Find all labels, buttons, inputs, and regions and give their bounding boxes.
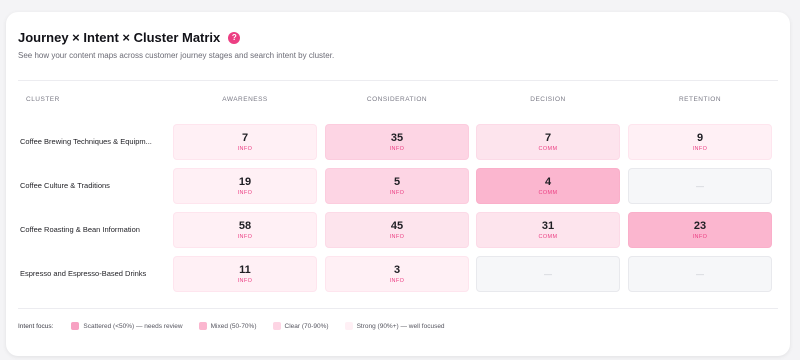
matrix-cell-awareness[interactable]: 7 INFO (173, 124, 317, 160)
intent-legend: Intent focus: Scattered (<50%) — needs r… (18, 322, 461, 330)
matrix-cell-awareness[interactable]: 11 INFO (173, 256, 317, 292)
row-label-cluster: Coffee Brewing Techniques & Equipm... (20, 137, 152, 146)
legend-swatch (71, 322, 80, 330)
matrix-cell-retention[interactable]: 23 INFO (628, 212, 772, 248)
intent-tag: COMM (538, 190, 558, 196)
cell-count: 7 (544, 132, 552, 144)
intent-tag: INFO (389, 278, 405, 284)
legend-swatch (344, 322, 353, 330)
cell-count: 3 (393, 264, 401, 276)
column-header-awareness: AWARENESS (222, 96, 268, 103)
cell-count: 9 (696, 132, 704, 144)
matrix-cell-consideration[interactable]: 35 INFO (325, 124, 469, 160)
title-row: Journey × Intent × Cluster Matrix ? (18, 30, 241, 45)
matrix-cell-consideration[interactable]: 45 INFO (325, 212, 469, 248)
cell-count: 11 (239, 264, 251, 276)
cell-count: 45 (390, 220, 404, 232)
column-header-decision: DECISION (530, 96, 566, 103)
matrix-cell-decision[interactable]: 31 COMM (476, 212, 620, 248)
legend-text: Clear (70-90%) (284, 322, 329, 330)
matrix-cell-retention[interactable]: — (628, 256, 772, 292)
row-label-cluster: Espresso and Espresso-Based Drinks (20, 269, 147, 278)
empty-dash: — (544, 269, 552, 279)
legend-item-strong: Strong (90%+) — well focused (344, 322, 445, 330)
legend-text: Mixed (50-70%) (210, 322, 257, 330)
intent-tag: INFO (692, 146, 708, 152)
cell-count: 4 (544, 176, 552, 188)
cell-count: 19 (238, 176, 252, 188)
empty-dash: — (696, 269, 704, 279)
matrix-cell-decision[interactable]: 4 COMM (476, 168, 620, 204)
legend-text: Scattered (<50%) — needs review (83, 322, 183, 330)
matrix-cell-retention[interactable]: 9 INFO (628, 124, 772, 160)
intent-tag: INFO (237, 146, 253, 152)
intent-tag: INFO (389, 146, 405, 152)
legend-swatch (272, 322, 281, 330)
cell-count: 58 (238, 220, 252, 232)
cell-count: 7 (241, 132, 249, 144)
intent-tag: INFO (389, 190, 405, 196)
page-title: Journey × Intent × Cluster Matrix (18, 30, 221, 45)
intent-tag: INFO (237, 234, 253, 240)
column-header-consideration: CONSIDERATION (366, 96, 428, 103)
help-icon[interactable]: ? (228, 31, 241, 44)
divider-top (18, 80, 778, 81)
matrix-cell-consideration[interactable]: 5 INFO (325, 168, 469, 204)
row-label-cluster: Coffee Culture & Traditions (20, 181, 110, 190)
intent-tag: INFO (692, 234, 708, 240)
cell-count: 31 (541, 220, 555, 232)
legend-label: Intent focus: (18, 322, 54, 330)
cell-count: 23 (693, 220, 707, 232)
intent-tag: INFO (237, 278, 253, 284)
legend-item-scattered: Scattered (<50%) — needs review (71, 322, 183, 330)
matrix-cell-awareness[interactable]: 19 INFO (173, 168, 317, 204)
divider-bottom (18, 308, 778, 309)
page-subtitle: See how your content maps across custome… (18, 51, 335, 60)
matrix-cell-decision[interactable]: 7 COMM (476, 124, 620, 160)
legend-swatch (198, 322, 207, 330)
intent-tag: INFO (389, 234, 405, 240)
intent-tag: COMM (538, 146, 558, 152)
cell-count: 5 (393, 176, 401, 188)
legend-item-clear: Clear (70-90%) (272, 322, 329, 330)
legend-text: Strong (90%+) — well focused (356, 322, 445, 330)
row-label-cluster: Coffee Roasting & Bean Information (20, 225, 140, 234)
legend-item-mixed: Mixed (50-70%) (198, 322, 257, 330)
matrix-cell-consideration[interactable]: 3 INFO (325, 256, 469, 292)
matrix-card: Journey × Intent × Cluster Matrix ? See … (6, 12, 790, 356)
column-header-retention: RETENTION (678, 96, 722, 103)
matrix-cell-decision[interactable]: — (476, 256, 620, 292)
matrix-cell-awareness[interactable]: 58 INFO (173, 212, 317, 248)
intent-tag: INFO (237, 190, 253, 196)
empty-dash: — (696, 181, 704, 191)
column-header-cluster: CLUSTER (26, 96, 60, 103)
matrix-cell-retention[interactable]: — (628, 168, 772, 204)
cell-count: 35 (390, 132, 404, 144)
intent-tag: COMM (538, 234, 558, 240)
